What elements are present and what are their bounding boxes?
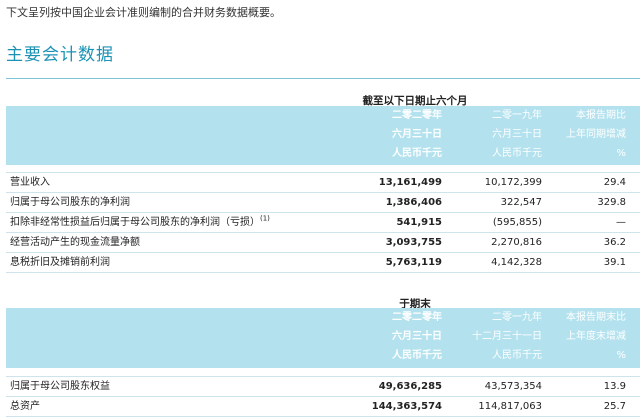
header-line: 六月三十日 <box>392 331 442 342</box>
footnote-marker: (1) <box>260 214 270 223</box>
header-line: 人民币千元 <box>492 148 542 159</box>
header-line: 六月三十日 <box>392 129 442 140</box>
value-change: 329.8 <box>597 197 626 208</box>
section1-header: 二零二零年 六月三十日 人民币千元 二零一九年 六月三十日 人民币千元 本报告期… <box>6 106 640 165</box>
section2-col-change: 本报告期末比 上年度末增减 % <box>566 308 626 365</box>
header-line: % <box>616 350 626 361</box>
table-row: 归属于母公司股东权益 49,636,285 43,573,354 13.9 <box>6 376 640 396</box>
header-line: 本报告期比 <box>576 110 626 121</box>
value-2020: 49,636,285 <box>378 381 442 392</box>
header-line: 二零二零年 <box>392 110 442 121</box>
section1-col-change: 本报告期比 上年同期增减 % <box>566 106 626 163</box>
value-2019: 43,573,354 <box>484 381 542 392</box>
value-2019: 322,547 <box>500 197 542 208</box>
section1-col-2020: 二零二零年 六月三十日 人民币千元 <box>392 106 442 163</box>
table-divider <box>6 272 640 273</box>
value-2019: (595,855) <box>492 217 542 228</box>
header-line: 上年同期增减 <box>566 129 626 140</box>
header-line: % <box>616 148 626 159</box>
row-label: 扣除非经常性损益后归属于母公司股东的净利润（亏损） <box>10 217 260 228</box>
value-change: — <box>616 217 626 228</box>
value-2019: 10,172,399 <box>484 177 542 188</box>
value-2020: 3,093,755 <box>385 237 442 248</box>
row-label: 经营活动产生的现金流量净额 <box>10 237 140 248</box>
row-label: 总资产 <box>10 401 40 412</box>
intro-text: 下文呈列按中国企业会计准则编制的合并财务数据概要。 <box>6 6 281 19</box>
table-row: 息税折旧及摊销前利润 5,763,119 4,142,328 39.1 <box>6 252 640 272</box>
value-2020: 144,363,574 <box>371 401 442 412</box>
value-2020: 5,763,119 <box>385 257 442 268</box>
value-2019: 4,142,328 <box>491 257 542 268</box>
header-line: 人民币千元 <box>392 148 442 159</box>
header-line: 六月三十日 <box>492 129 542 140</box>
header-line: 二零一九年 <box>492 312 542 323</box>
title-divider <box>6 78 640 79</box>
value-change: 29.4 <box>603 177 626 188</box>
section2-col-2019: 二零一九年 十二月三十一日 人民币千元 <box>472 308 542 365</box>
value-change: 25.7 <box>603 401 626 412</box>
header-line: 人民币千元 <box>392 350 442 361</box>
value-change: 36.2 <box>603 237 626 248</box>
value-2020: 1,386,406 <box>385 197 442 208</box>
header-line: 人民币千元 <box>492 350 542 361</box>
header-line: 二零二零年 <box>392 312 442 323</box>
value-2019: 2,270,816 <box>491 237 542 248</box>
row-label: 归属于母公司股东权益 <box>10 381 110 392</box>
section2-col-2020: 二零二零年 六月三十日 人民币千元 <box>392 308 442 365</box>
table-row: 扣除非经常性损益后归属于母公司股东的净利润（亏损）(1) 541,915 (59… <box>6 212 640 232</box>
table-row: 归属于母公司股东的净利润 1,386,406 322,547 329.8 <box>6 192 640 212</box>
row-label: 息税折旧及摊销前利润 <box>10 257 110 268</box>
row-label: 归属于母公司股东的净利润 <box>10 197 130 208</box>
table-divider <box>6 416 640 417</box>
table-row: 总资产 144,363,574 114,817,063 25.7 <box>6 396 640 416</box>
section2-header: 二零二零年 六月三十日 人民币千元 二零一九年 十二月三十一日 人民币千元 本报… <box>6 308 640 368</box>
header-line: 上年度末增减 <box>566 331 626 342</box>
value-2019: 114,817,063 <box>478 401 542 412</box>
value-2020: 13,161,499 <box>378 177 442 188</box>
row-label: 营业收入 <box>10 177 50 188</box>
value-2020: 541,915 <box>396 217 442 228</box>
table-row: 经营活动产生的现金流量净额 3,093,755 2,270,816 36.2 <box>6 232 640 252</box>
page-title: 主要会计数据 <box>6 45 114 65</box>
section1-col-2019: 二零一九年 六月三十日 人民币千元 <box>492 106 542 163</box>
table-row: 营业收入 13,161,499 10,172,399 29.4 <box>6 172 640 192</box>
value-change: 13.9 <box>603 381 626 392</box>
header-line: 本报告期末比 <box>566 312 626 323</box>
row-label-with-note: 扣除非经常性损益后归属于母公司股东的净利润（亏损）(1) <box>10 213 270 233</box>
value-change: 39.1 <box>603 257 626 268</box>
header-line: 二零一九年 <box>492 110 542 121</box>
header-line: 十二月三十一日 <box>472 331 542 342</box>
